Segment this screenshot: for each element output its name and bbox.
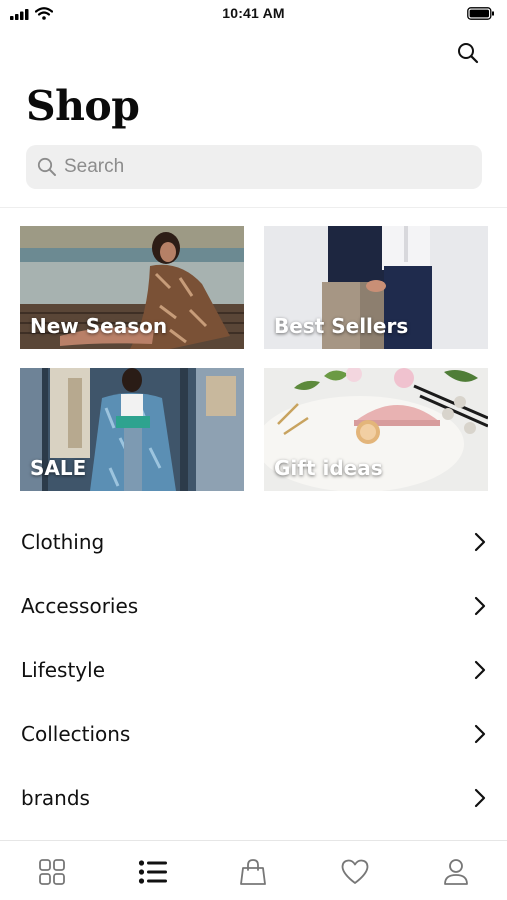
tile-gift-ideas[interactable]: Gift ideas xyxy=(264,368,488,491)
tile-label: Gift ideas xyxy=(274,456,383,480)
chevron-right-icon xyxy=(474,532,486,552)
search-icon xyxy=(458,43,479,64)
search-button[interactable] xyxy=(455,40,481,66)
category-label: Collections xyxy=(21,722,131,746)
tile-label: SALE xyxy=(30,456,87,480)
tile-sale[interactable]: SALE xyxy=(20,368,244,491)
tab-categories[interactable] xyxy=(136,855,170,889)
search-field-icon xyxy=(36,156,58,178)
status-bar: 10:41 AM xyxy=(0,0,507,28)
chevron-right-icon xyxy=(474,788,486,808)
tile-new-season[interactable]: New Season xyxy=(20,226,244,349)
chevron-right-icon xyxy=(474,660,486,680)
magnifier-icon xyxy=(37,157,56,176)
category-label: Clothing xyxy=(21,530,105,554)
search-input[interactable] xyxy=(64,156,444,178)
search-bar[interactable] xyxy=(26,145,482,189)
tab-bag[interactable] xyxy=(236,855,270,889)
category-label: Accessories xyxy=(21,594,139,618)
category-row-clothing[interactable]: Clothing xyxy=(0,510,507,574)
category-row-brands[interactable]: brands xyxy=(0,766,507,830)
tab-bar xyxy=(0,840,507,900)
tab-profile[interactable] xyxy=(439,855,473,889)
list-icon xyxy=(138,860,167,884)
tile-best-sellers[interactable]: Best Sellers xyxy=(264,226,488,349)
grid-icon xyxy=(39,859,65,885)
tab-wishlist[interactable] xyxy=(338,855,372,889)
category-label: brands xyxy=(21,786,90,810)
bag-icon xyxy=(240,859,266,885)
category-tiles: New Season Best Sellers SALE Gift ideas xyxy=(20,226,488,491)
category-label: Lifestyle xyxy=(21,658,106,682)
category-row-collections[interactable]: Collections xyxy=(0,702,507,766)
battery-icon xyxy=(467,7,494,20)
category-row-accessories[interactable]: Accessories xyxy=(0,574,507,638)
user-icon xyxy=(444,859,468,885)
heart-icon xyxy=(341,859,369,884)
tile-label: Best Sellers xyxy=(274,314,409,338)
category-row-lifestyle[interactable]: Lifestyle xyxy=(0,638,507,702)
status-time: 10:41 AM xyxy=(222,5,285,21)
page-title: Shop xyxy=(26,82,140,130)
tab-home[interactable] xyxy=(35,855,69,889)
category-list: Clothing Accessories Lifestyle Collectio… xyxy=(0,510,507,830)
chevron-right-icon xyxy=(474,724,486,744)
chevron-right-icon xyxy=(474,596,486,616)
tile-label: New Season xyxy=(30,314,168,338)
header-divider xyxy=(0,207,507,208)
